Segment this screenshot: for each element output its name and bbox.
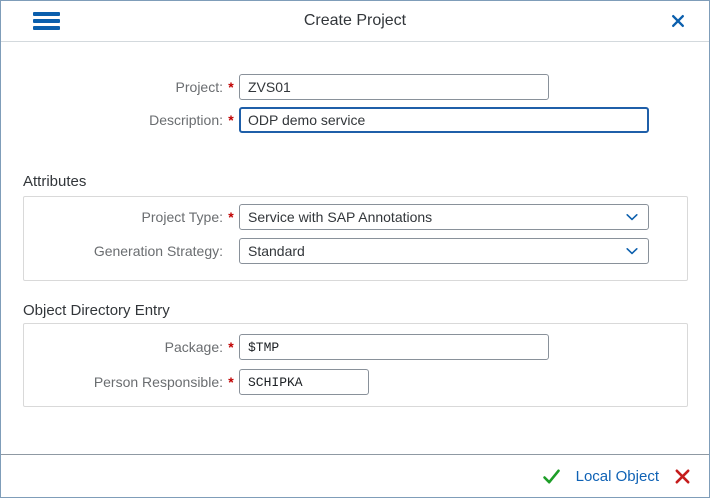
generation-strategy-label: Generation Strategy: — [93, 243, 223, 259]
project-row: Project: * — [25, 74, 709, 100]
object-directory-section-heading: Object Directory Entry — [23, 302, 170, 319]
package-row: Package: * — [25, 334, 687, 360]
close-icon — [672, 15, 684, 27]
local-object-link[interactable]: Local Object — [576, 468, 659, 485]
attributes-section-box: Project Type: * Service with SAP Annotat… — [23, 196, 688, 281]
description-input[interactable] — [239, 107, 649, 133]
package-label: Package: — [164, 339, 223, 355]
confirm-button[interactable] — [542, 468, 561, 485]
cancel-button[interactable] — [674, 468, 691, 485]
chevron-down-icon — [624, 243, 640, 259]
hamburger-menu-icon — [33, 12, 60, 16]
generation-strategy-value: Standard — [248, 243, 305, 259]
required-marker: * — [228, 374, 234, 390]
check-icon — [542, 469, 560, 483]
person-responsible-label: Person Responsible: — [93, 374, 223, 390]
dialog-title: Create Project — [303, 12, 407, 29]
generation-strategy-row: Generation Strategy: Standard — [25, 238, 687, 264]
dialog-footer: Local Object — [1, 454, 709, 497]
menu-button[interactable] — [33, 12, 60, 30]
required-marker: * — [228, 209, 234, 225]
package-input[interactable] — [239, 334, 549, 360]
close-button[interactable] — [671, 14, 685, 28]
required-marker: * — [228, 112, 234, 128]
required-marker: * — [228, 79, 234, 95]
x-icon — [675, 469, 690, 483]
object-directory-section-box: Package: * Person Responsible: * — [23, 323, 688, 407]
description-row: Description: * — [25, 107, 709, 133]
project-type-row: Project Type: * Service with SAP Annotat… — [25, 204, 687, 230]
person-responsible-row: Person Responsible: * — [25, 369, 687, 395]
required-marker: * — [228, 339, 234, 355]
chevron-down-icon — [624, 209, 640, 225]
project-label: Project: — [175, 79, 223, 95]
description-label: Description: — [149, 112, 223, 128]
dialog-title-bar: Create Project — [1, 1, 709, 42]
person-responsible-input[interactable] — [239, 369, 369, 395]
project-type-value: Service with SAP Annotations — [248, 209, 433, 225]
attributes-section-heading: Attributes — [23, 173, 87, 190]
create-project-dialog: Create Project Project: * Description: *… — [0, 0, 710, 498]
project-type-label: Project Type: — [141, 209, 223, 225]
project-input[interactable] — [239, 74, 549, 100]
project-type-select[interactable]: Service with SAP Annotations — [239, 204, 649, 230]
generation-strategy-select[interactable]: Standard — [239, 238, 649, 264]
